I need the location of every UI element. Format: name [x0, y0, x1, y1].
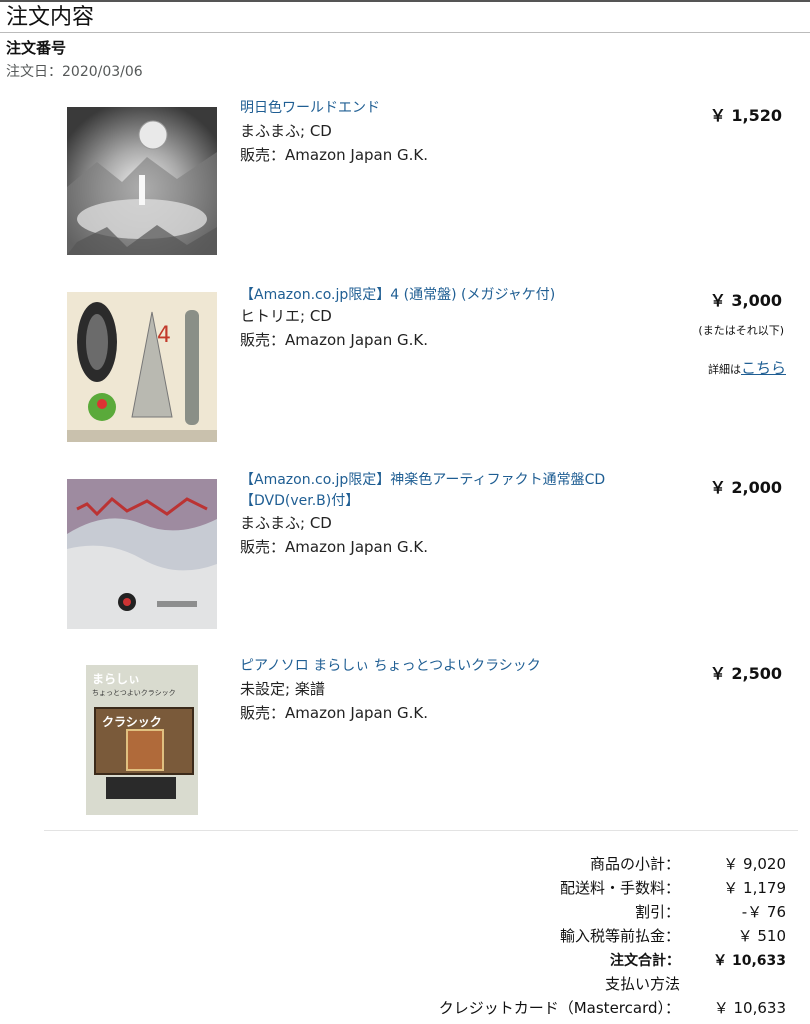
- svg-text:4: 4: [157, 323, 171, 348]
- item-price: ￥ 1,520: [709, 106, 782, 125]
- order-number-label: 注文番号: [6, 39, 67, 57]
- cover-piano: [106, 777, 176, 799]
- product-image[interactable]: [67, 107, 217, 255]
- import-label: 輸入税等前払金：: [559, 927, 680, 945]
- product-cover-artwork: [67, 479, 217, 629]
- product-image[interactable]: 4: [67, 292, 217, 442]
- top-rule: [0, 0, 810, 2]
- product-title-link[interactable]: 【Amazon.co.jp限定】4 (通常盤) (メガジャケ付): [240, 285, 635, 306]
- title-divider: [0, 32, 810, 33]
- summary-total-row: 注文合計： ￥ 10,633: [0, 950, 810, 974]
- price-note: (またはそれ以下): [698, 324, 784, 337]
- cover-text-subtitle: ちょっとつよいクラシック: [92, 689, 176, 697]
- cover-frame: クラシック: [94, 707, 194, 775]
- payment-value: ￥ 10,633: [713, 999, 786, 1017]
- summary-import-row: 輸入税等前払金： ￥ 510: [0, 925, 810, 949]
- item-price: ￥ 2,500: [709, 664, 782, 683]
- product-cover-artwork: 4: [67, 292, 217, 442]
- detail-prefix: 詳細は: [707, 363, 741, 376]
- item-price: ￥ 3,000: [709, 291, 782, 310]
- subtotal-value: ￥ 9,020: [723, 855, 786, 873]
- discount-label: 割引：: [634, 903, 680, 921]
- product-artist-format: まふまふ; CD: [240, 514, 332, 532]
- product-seller: 販売：Amazon Japan G.K.: [240, 146, 428, 164]
- summary-shipping-row: 配送料・手数料： ￥ 1,179: [0, 877, 810, 901]
- product-seller: 販売：Amazon Japan G.K.: [240, 331, 428, 349]
- cover-portrait: [126, 729, 164, 771]
- summary-payment-row: クレジットカード（Mastercard）： ￥ 10,633: [0, 997, 810, 1021]
- summary-discount-row: 割引： -￥ 76: [0, 901, 810, 925]
- payment-method-heading: 支払い方法: [604, 975, 680, 993]
- product-seller: 販売：Amazon Japan G.K.: [240, 704, 428, 722]
- cover-text-artist: まらしぃ: [92, 672, 141, 686]
- order-date: 注文日：2020/03/06: [6, 64, 143, 80]
- total-label: 注文合計：: [610, 953, 680, 969]
- order-item: 明日色ワールドエンド まふまふ; CD 販売：Amazon Japan G.K.…: [0, 96, 810, 266]
- product-title-link[interactable]: 明日色ワールドエンド: [240, 98, 635, 119]
- summary-subtotal-row: 商品の小計： ￥ 9,020: [0, 853, 810, 877]
- discount-value: -￥ 76: [741, 903, 786, 921]
- product-artist-format: まふまふ; CD: [240, 122, 332, 140]
- import-value: ￥ 510: [737, 927, 786, 945]
- item-price: ￥ 2,000: [709, 478, 782, 497]
- detail-line: 詳細はこちら: [708, 357, 786, 378]
- payment-label: クレジットカード（Mastercard）：: [438, 999, 680, 1017]
- cover-text-classic: クラシック: [102, 715, 162, 729]
- order-item: 4 【Amazon.co.jp限定】4 (通常盤) (メガジャケ付) ヒトリエ;…: [0, 283, 810, 453]
- product-artist-format: 未設定; 楽譜: [240, 680, 325, 698]
- page-title: 注文内容: [6, 5, 95, 30]
- product-artist-format: ヒトリエ; CD: [240, 307, 332, 325]
- shipping-value: ￥ 1,179: [723, 879, 786, 897]
- summary-divider: [44, 830, 798, 831]
- order-item: まらしぃ ちょっとつよいクラシック クラシック ピアノソロ まらしぃ ちょっとつ…: [0, 655, 810, 825]
- product-image[interactable]: まらしぃ ちょっとつよいクラシック クラシック: [86, 665, 198, 815]
- total-value: ￥ 10,633: [713, 953, 786, 969]
- product-title-link[interactable]: ピアノソロ まらしぃ ちょっとつよいクラシック: [240, 656, 635, 677]
- details-link[interactable]: こちら: [741, 359, 786, 377]
- subtotal-label: 商品の小計：: [589, 855, 680, 873]
- product-cover-artwork: [67, 107, 217, 255]
- shipping-label: 配送料・手数料：: [559, 879, 680, 897]
- product-seller: 販売：Amazon Japan G.K.: [240, 538, 428, 556]
- order-item: 【Amazon.co.jp限定】神楽色アーティファクト通常盤CD【DVD(ver…: [0, 470, 810, 640]
- product-title-link[interactable]: 【Amazon.co.jp限定】神楽色アーティファクト通常盤CD【DVD(ver…: [240, 470, 635, 512]
- product-image[interactable]: [67, 479, 217, 629]
